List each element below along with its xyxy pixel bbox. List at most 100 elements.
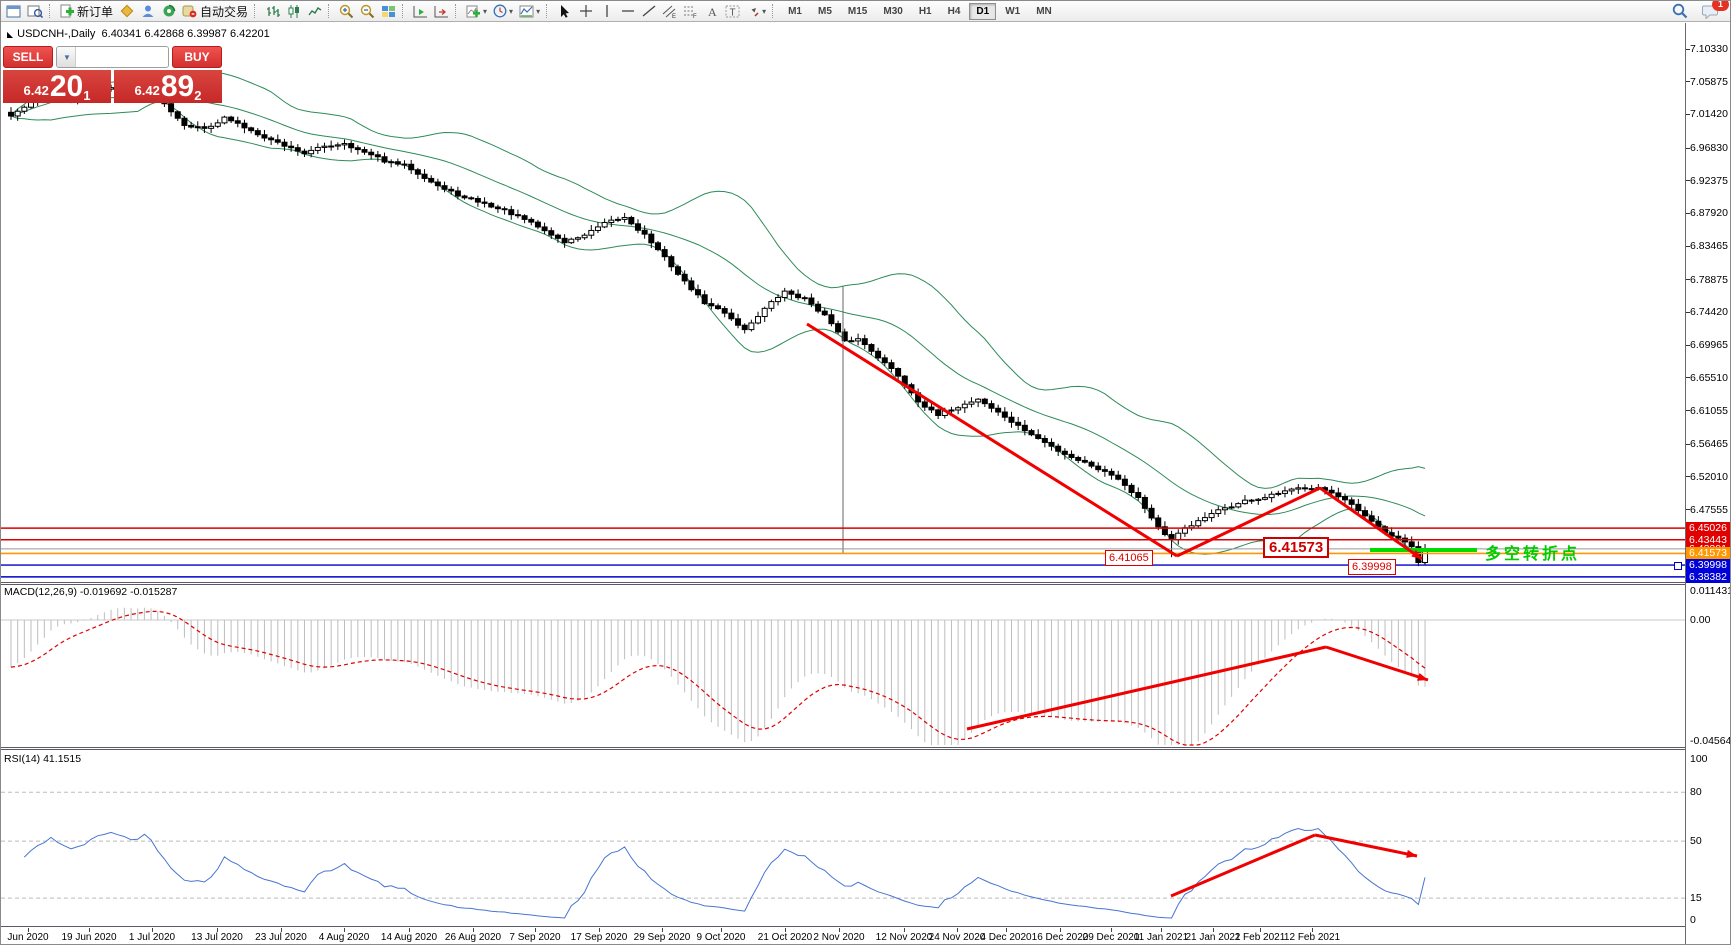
indicators-icon[interactable]: ▾ — [463, 2, 490, 20]
time-axis-label: 2 Nov 2020 — [813, 932, 864, 943]
timeframe-button-m5[interactable]: M5 — [811, 3, 839, 20]
zoom-in-icon[interactable] — [336, 2, 357, 20]
zoom-out-icon[interactable] — [357, 2, 378, 20]
timeframe-toolbar: M1M5M15M30H1H4D1W1MN — [780, 3, 1060, 20]
time-axis-label: 4 Dec 2020 — [980, 932, 1031, 943]
chevron-down-icon: ▾ — [536, 7, 540, 16]
price-axis-label: 6.61055 — [1690, 405, 1731, 417]
market-watch-icon[interactable] — [137, 2, 158, 20]
templates-icon[interactable]: ▾ — [516, 2, 543, 20]
toolbar-separator — [772, 4, 777, 18]
buy-price-small: 6.42 — [135, 83, 160, 98]
trendline-tool-icon[interactable] — [638, 2, 659, 20]
sell-price-big: 20 — [50, 72, 83, 102]
time-axis-label: 21 Jan 2021 — [1185, 932, 1240, 943]
toolbar-separator — [455, 4, 460, 18]
price-axis-label: 6.92375 — [1690, 175, 1731, 187]
timeframe-button-h1[interactable]: H1 — [912, 3, 939, 20]
toolbar-right: 1 — [1669, 2, 1730, 20]
toolbar-separator — [49, 4, 54, 18]
price-axis-label: 7.05875 — [1690, 76, 1731, 88]
rsi-panel-canvas[interactable] — [1, 750, 1685, 926]
time-axis-label: 13 Jul 2020 — [191, 932, 243, 943]
pivot-price-label[interactable]: 6.41573 — [1263, 537, 1329, 558]
macd-panel-canvas[interactable] — [1, 584, 1685, 747]
timeframe-button-m30[interactable]: M30 — [876, 3, 909, 20]
notification-badge[interactable]: 1 — [1712, 0, 1729, 11]
volume-input[interactable] — [76, 47, 169, 67]
pivot-annotation-text[interactable]: 多空转折点 — [1485, 540, 1580, 564]
chart-shift-icon[interactable] — [431, 2, 452, 20]
vertical-line-tool-icon[interactable] — [596, 2, 617, 20]
price-chart-canvas[interactable] — [1, 23, 1685, 582]
timeframe-button-mn[interactable]: MN — [1029, 3, 1059, 20]
equidistant-channel-icon[interactable]: E — [659, 2, 680, 20]
periods-icon[interactable]: ▾ — [490, 2, 516, 20]
time-axis-label: 24 Nov 2020 — [929, 932, 986, 943]
buy-price-sup: 2 — [194, 88, 201, 103]
main-toolbar: 新订单 自动交易 ▾ — [1, 1, 1731, 22]
one-click-trading-panel: SELL ▼ ▲ BUY 6.42 20 1 6.42 89 2 — [3, 46, 222, 103]
price-axis[interactable]: 7.103307.058757.014206.968306.923756.879… — [1685, 23, 1731, 945]
fibonacci-tool-icon[interactable]: F — [680, 2, 701, 20]
timeframe-button-h4[interactable]: H4 — [941, 3, 968, 20]
rsi-trend-annotation[interactable] — [1171, 835, 1417, 896]
sell-button[interactable]: SELL — [3, 46, 53, 68]
price-axis-label: 7.01420 — [1690, 108, 1731, 120]
macd-scale-label: -0.045644 — [1690, 735, 1731, 747]
volume-decrease-button[interactable]: ▼ — [57, 47, 76, 67]
time-axis-label: 4 Aug 2020 — [319, 932, 370, 943]
metaeditor-icon[interactable] — [116, 2, 137, 20]
signals-icon[interactable] — [158, 2, 179, 20]
sell-price-display[interactable]: 6.42 20 1 — [3, 70, 111, 103]
text-tool-icon[interactable]: A — [701, 2, 722, 20]
rsi-line — [24, 829, 1425, 919]
timeframe-button-m1[interactable]: M1 — [781, 3, 809, 20]
price-axis-label: 6.65510 — [1690, 372, 1731, 384]
chart-marker-icon: ◣ — [7, 30, 13, 39]
auto-scroll-icon[interactable] — [410, 2, 431, 20]
line-handle[interactable] — [1674, 562, 1682, 570]
time-axis-label: 16 Dec 2020 — [1032, 932, 1089, 943]
text-label-tool-icon[interactable]: T — [722, 2, 743, 20]
time-axis-label: 26 Aug 2020 — [445, 932, 501, 943]
second-low-price-label[interactable]: 6.39998 — [1348, 559, 1396, 575]
price-badge: 6.45026 — [1686, 522, 1731, 534]
toolbar-separator — [402, 4, 407, 18]
timeframe-button-d1[interactable]: D1 — [969, 3, 996, 20]
auto-trading-button[interactable]: 自动交易 — [179, 2, 251, 20]
chart-symbol-title: ◣USDCNH-,Daily 6.40341 6.42868 6.39987 6… — [7, 28, 270, 40]
price-axis-label: 6.83465 — [1690, 240, 1731, 252]
new-chart-icon[interactable] — [3, 2, 24, 20]
price-axis-label: 7.10330 — [1690, 43, 1731, 55]
horizontal-line-tool-icon[interactable] — [617, 2, 638, 20]
cursor-icon[interactable] — [554, 2, 575, 20]
buy-price-display[interactable]: 6.42 89 2 — [114, 70, 222, 103]
swing-low-price-label[interactable]: 6.41065 — [1105, 550, 1153, 566]
time-axis-label: 17 Sep 2020 — [571, 932, 628, 943]
bollinger-lower-band — [11, 102, 1425, 564]
timeframe-button-m15[interactable]: M15 — [841, 3, 874, 20]
arrows-tool-icon[interactable]: ▾ — [743, 2, 769, 20]
search-icon[interactable] — [1669, 2, 1691, 20]
time-axis[interactable]: Jun 202019 Jun 20201 Jul 202013 Jul 2020… — [1, 928, 1685, 945]
tile-windows-icon[interactable] — [378, 2, 399, 20]
sell-price-small: 6.42 — [24, 83, 49, 98]
time-axis-label: 29 Sep 2020 — [634, 932, 691, 943]
trend-annotations[interactable] — [807, 324, 1422, 559]
timeframe-button-w1[interactable]: W1 — [998, 3, 1027, 20]
rsi-label: RSI(14) 41.1515 — [4, 753, 81, 765]
bar-chart-mode-icon[interactable] — [262, 2, 283, 20]
time-axis-label: 11 Jan 2021 — [1134, 932, 1188, 943]
profiles-icon[interactable] — [24, 2, 46, 20]
time-axis-label: 7 Sep 2020 — [509, 932, 560, 943]
candlestick-mode-icon[interactable] — [283, 2, 304, 20]
symbol-period-label: USDCNH-,Daily — [17, 28, 95, 40]
price-axis-label: 6.56465 — [1690, 438, 1731, 450]
new-order-button[interactable]: 新订单 — [57, 2, 116, 20]
crosshair-icon[interactable] — [575, 2, 596, 20]
line-chart-mode-icon[interactable] — [304, 2, 325, 20]
time-axis-label: 21 Oct 2020 — [758, 932, 812, 943]
time-axis-label: 29 Dec 2020 — [1083, 932, 1140, 943]
buy-button[interactable]: BUY — [172, 46, 222, 68]
